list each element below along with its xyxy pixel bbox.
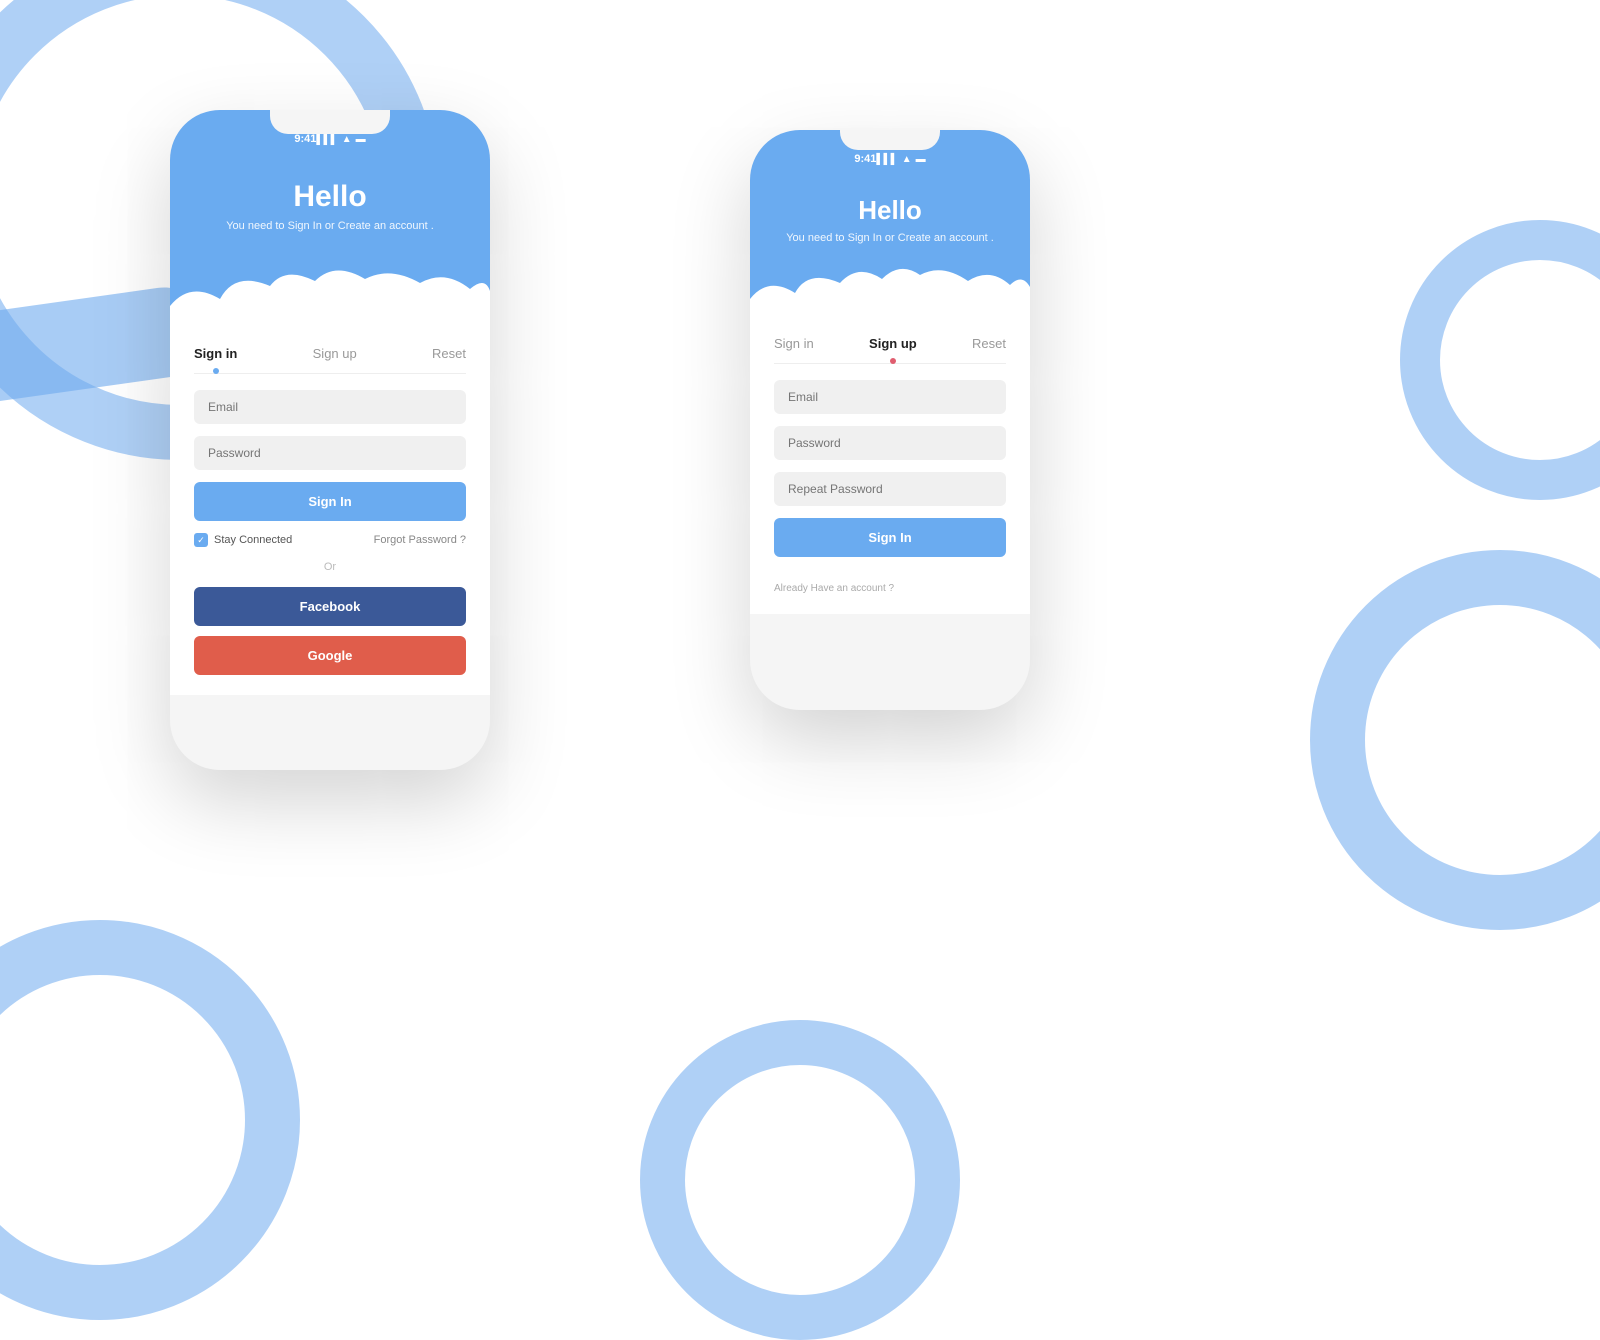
email-field-left[interactable] (194, 390, 466, 424)
phone-right-status-icons: ▌▌▌ ▲ ▬ (876, 154, 925, 165)
phone-left: 9:41 ▌▌▌ ▲ ▬ Hello You need to Sign In o… (170, 110, 490, 770)
password-field-right[interactable] (774, 426, 1006, 460)
phone-left-hello-subtitle: You need to Sign In or Create an account… (226, 220, 434, 232)
phone-left-header: 9:41 ▌▌▌ ▲ ▬ Hello You need to Sign In o… (170, 110, 490, 330)
tab-signup-right[interactable]: Sign up (869, 336, 917, 355)
bg-arc-right-top (1400, 220, 1600, 500)
phone-right-header: 9:41 ▌▌▌ ▲ ▬ Hello You need to Sign In o… (750, 130, 1030, 320)
phone-left-body: Sign in Sign up Reset Sign In ✓ Stay Con… (170, 330, 490, 695)
phone-right-notch (840, 130, 940, 150)
stay-connected-label: Stay Connected (214, 534, 292, 546)
tab-signin-right[interactable]: Sign in (774, 336, 814, 355)
phone-right-hello-title: Hello (858, 195, 922, 226)
phone-right-tabs: Sign in Sign up Reset (774, 320, 1006, 364)
wifi-icon-right: ▲ (902, 154, 912, 165)
google-button[interactable]: Google (194, 636, 466, 675)
battery-icon: ▬ (356, 134, 366, 145)
phone-right: 9:41 ▌▌▌ ▲ ▬ Hello You need to Sign In o… (750, 130, 1030, 710)
bg-arc-bottom-center (640, 1020, 960, 1340)
tab-signup-left[interactable]: Sign up (313, 346, 357, 365)
wifi-icon: ▲ (342, 134, 352, 145)
tab-reset-left[interactable]: Reset (432, 346, 466, 365)
facebook-button[interactable]: Facebook (194, 587, 466, 626)
stay-connected-group: ✓ Stay Connected (194, 533, 292, 547)
bg-arc-right-middle (1310, 550, 1600, 930)
battery-icon-right: ▬ (916, 154, 926, 165)
forgot-password-link[interactable]: Forgot Password ? (374, 534, 466, 546)
repeat-password-field-right[interactable] (774, 472, 1006, 506)
bg-arc-bottom-left (0, 920, 300, 1320)
phone-left-cloud (170, 261, 490, 331)
phone-left-container: 9:41 ▌▌▌ ▲ ▬ Hello You need to Sign In o… (170, 110, 490, 770)
phone-left-notch (270, 110, 390, 134)
phone-left-time: 9:41 (294, 133, 316, 145)
phone-left-status-icons: ▌▌▌ ▲ ▬ (316, 134, 365, 145)
phone-right-time: 9:41 (854, 153, 876, 165)
password-field-left[interactable] (194, 436, 466, 470)
phone-right-cloud (750, 261, 1030, 321)
stay-connected-checkbox[interactable]: ✓ (194, 533, 208, 547)
or-divider: Or (194, 561, 466, 573)
phone-left-tabs: Sign in Sign up Reset (194, 330, 466, 374)
form-options-row: ✓ Stay Connected Forgot Password ? (194, 533, 466, 547)
tab-signin-left[interactable]: Sign in (194, 346, 237, 365)
email-field-right[interactable] (774, 380, 1006, 414)
phone-right-hello-subtitle: You need to Sign In or Create an account… (786, 232, 994, 244)
phone-right-body: Sign in Sign up Reset Sign In Already Ha… (750, 320, 1030, 614)
tab-reset-right[interactable]: Reset (972, 336, 1006, 355)
signal-icon: ▌▌▌ (316, 134, 337, 145)
phone-right-container: 9:41 ▌▌▌ ▲ ▬ Hello You need to Sign In o… (750, 130, 1030, 710)
phone-left-hello-title: Hello (293, 180, 366, 214)
already-account-text: Already Have an account ? (774, 583, 1006, 594)
signal-icon-right: ▌▌▌ (876, 154, 897, 165)
signin-button-right[interactable]: Sign In (774, 518, 1006, 557)
signin-button-left[interactable]: Sign In (194, 482, 466, 521)
